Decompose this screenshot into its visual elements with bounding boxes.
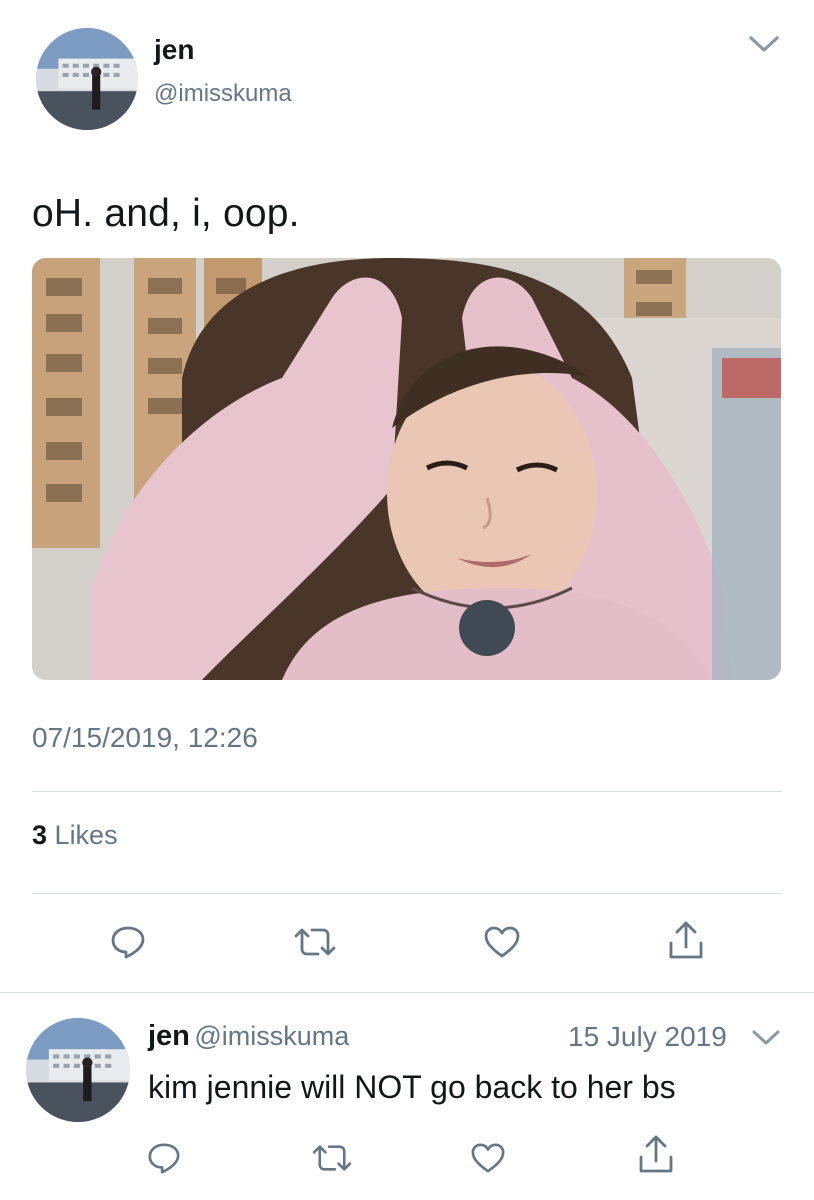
tweet-timestamp[interactable]: 07/15/2019, 12:26 xyxy=(32,722,258,754)
likes-number: 3 xyxy=(32,820,48,850)
chevron-down-icon[interactable] xyxy=(750,1024,782,1050)
share-icon xyxy=(669,921,703,959)
heart-icon xyxy=(471,1143,505,1173)
likes-label: Likes xyxy=(54,820,118,850)
display-name[interactable]: jen xyxy=(148,1020,190,1052)
reply-button[interactable] xyxy=(142,1138,186,1178)
tweet-media-image[interactable] xyxy=(32,258,781,680)
username-handle[interactable]: @imisskuma xyxy=(194,1021,349,1051)
avatar[interactable] xyxy=(26,1018,130,1122)
like-button[interactable] xyxy=(479,922,525,962)
tweet-text: oH. and, i, oop. xyxy=(32,192,300,235)
share-icon xyxy=(639,1135,673,1173)
retweet-icon xyxy=(294,928,336,956)
chevron-down-icon[interactable] xyxy=(746,30,782,58)
username-handle[interactable]: @imisskuma xyxy=(154,80,292,108)
retweet-button[interactable] xyxy=(290,922,340,962)
display-name[interactable]: jen xyxy=(154,34,194,66)
like-button[interactable] xyxy=(466,1138,510,1178)
reply-header: jen @imisskuma xyxy=(148,1020,349,1053)
retweet-icon xyxy=(312,1145,352,1171)
reply-date[interactable]: 15 July 2019 xyxy=(568,1021,727,1053)
retweet-button[interactable] xyxy=(308,1140,356,1176)
divider xyxy=(32,893,782,894)
avatar[interactable] xyxy=(36,28,138,130)
heart-icon xyxy=(484,926,520,958)
divider xyxy=(32,791,782,792)
likes-count[interactable]: 3 Likes xyxy=(32,820,118,851)
reply-icon xyxy=(148,1143,180,1174)
share-button[interactable] xyxy=(634,1132,678,1178)
divider xyxy=(0,992,814,993)
share-button[interactable] xyxy=(664,918,708,964)
reply-button[interactable] xyxy=(106,922,150,962)
reply-icon xyxy=(111,926,145,959)
reply-text: kim jennie will NOT go back to her bs xyxy=(148,1069,676,1105)
